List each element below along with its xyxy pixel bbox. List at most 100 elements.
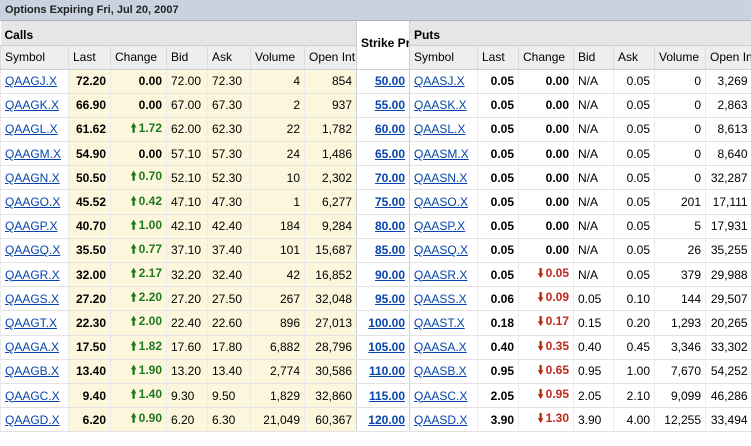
strike-price-link[interactable]: 105.00	[368, 340, 405, 354]
call-change: 🠙 2.00	[110, 310, 167, 336]
strike-price-link[interactable]: 100.00	[368, 316, 405, 330]
put-symbol-link[interactable]: QAASD.X	[414, 413, 467, 427]
put-symbol-link[interactable]: QAASK.X	[414, 98, 467, 112]
call-change: 0.00	[110, 69, 167, 94]
strike-price-link[interactable]: 110.00	[369, 364, 405, 378]
put-change: 🠛 1.30	[518, 407, 574, 433]
strike-price-link[interactable]: 75.00	[375, 195, 405, 209]
call-ask: 22.60	[207, 310, 251, 336]
call-bid: 72.00	[166, 69, 208, 94]
calls-col-change: Change	[110, 45, 167, 70]
put-volume: 379	[654, 262, 706, 288]
call-bid: 6.20	[166, 407, 208, 433]
call-volume: 2,774	[250, 359, 305, 384]
arrow-up-icon: 🠙	[130, 193, 137, 208]
put-ask: 0.05	[613, 238, 655, 264]
call-symbol-link[interactable]: QAAGR.X	[5, 268, 60, 282]
put-symbol-link[interactable]: QAASM.X	[414, 147, 469, 161]
call-symbol-link[interactable]: QAAGN.X	[5, 171, 60, 185]
put-open-int: 8,613	[704, 117, 751, 143]
put-open-int: 20,265	[704, 310, 751, 336]
put-change: 0.00	[518, 117, 574, 143]
call-symbol-link[interactable]: QAAGJ.X	[5, 74, 57, 88]
call-symbol-link[interactable]: QAAGB.X	[5, 364, 59, 378]
put-volume: 0	[654, 93, 706, 118]
put-ask: 0.05	[613, 214, 655, 239]
call-change: 🠙 0.42	[110, 189, 167, 215]
call-ask: 32.40	[207, 262, 251, 288]
call-symbol-link[interactable]: QAAGL.X	[5, 122, 58, 136]
strike-price-link[interactable]: 115.00	[369, 389, 405, 403]
strike-price-link[interactable]: 70.00	[375, 171, 405, 185]
call-bid: 32.20	[166, 262, 208, 288]
put-volume: 5	[654, 214, 706, 239]
put-last: 2.05	[477, 383, 519, 409]
strike-price-link[interactable]: 80.00	[375, 219, 405, 233]
put-ask: 0.45	[613, 335, 655, 360]
put-symbol-link[interactable]: QAASS.X	[414, 292, 467, 306]
puts-col-change: Change	[518, 45, 574, 70]
put-change: 0.00	[518, 189, 574, 215]
call-volume: 24	[250, 141, 305, 167]
call-symbol-link[interactable]: QAAGK.X	[5, 98, 59, 112]
call-symbol-link[interactable]: QAAGM.X	[5, 147, 61, 161]
call-symbol-link[interactable]: QAAGD.X	[5, 413, 60, 427]
put-open-int: 17,111	[704, 189, 751, 215]
call-symbol-link[interactable]: QAAGC.X	[5, 389, 60, 403]
strike-price-link[interactable]: 85.00	[375, 243, 405, 257]
strike-price-link[interactable]: 60.00	[375, 122, 405, 136]
call-symbol-link[interactable]: QAAGP.X	[5, 219, 57, 233]
call-change: 0.00	[110, 93, 167, 118]
strike-price-link[interactable]: 55.00	[375, 98, 405, 112]
call-symbol-link[interactable]: QAAGA.X	[5, 340, 59, 354]
call-symbol-link[interactable]: QAAGT.X	[5, 316, 57, 330]
put-open-int: 3,269	[704, 69, 751, 94]
call-symbol-link[interactable]: QAAGQ.X	[5, 243, 60, 257]
call-bid: 47.10	[166, 189, 208, 215]
put-bid: 0.15	[573, 310, 614, 336]
put-symbol-link[interactable]: QAASO.X	[414, 195, 468, 209]
put-volume: 0	[654, 141, 706, 167]
strike-price-link[interactable]: 65.00	[375, 147, 405, 161]
put-symbol-link[interactable]: QAASC.X	[414, 389, 467, 403]
put-symbol-link[interactable]: QAAST.X	[414, 316, 465, 330]
call-symbol-link[interactable]: QAAGO.X	[5, 195, 60, 209]
put-symbol-link[interactable]: QAASB.X	[414, 364, 467, 378]
strike-price-link[interactable]: 90.00	[375, 268, 405, 282]
calls-heading: Calls	[0, 21, 357, 46]
put-ask: 0.10	[613, 286, 655, 312]
put-symbol-link[interactable]: QAASQ.X	[414, 243, 468, 257]
put-symbol-link[interactable]: QAASA.X	[414, 340, 467, 354]
arrow-down-icon: 🠛	[537, 266, 544, 281]
call-volume: 6,882	[250, 335, 305, 360]
call-last: 17.50	[68, 335, 111, 360]
put-symbol-link[interactable]: QAASR.X	[414, 268, 467, 282]
call-ask: 57.30	[207, 141, 251, 167]
call-last: 66.90	[68, 93, 111, 118]
put-bid: 0.05	[573, 286, 614, 312]
call-open-int: 937	[304, 93, 357, 118]
strike-price-link[interactable]: 120.00	[368, 413, 405, 427]
put-last: 3.90	[477, 407, 519, 433]
strike-price-link[interactable]: 50.00	[375, 74, 405, 88]
call-open-int: 2,302	[304, 165, 357, 191]
call-symbol-link[interactable]: QAAGS.X	[5, 292, 59, 306]
option-row: QAAGD.X 6.20 🠙 0.90 6.20 6.30 21,049 60,367 120.…	[0, 407, 751, 433]
put-symbol-link[interactable]: QAASP.X	[414, 219, 465, 233]
call-bid: 13.20	[166, 359, 208, 384]
call-volume: 896	[250, 310, 305, 336]
put-last: 0.18	[477, 310, 519, 336]
call-open-int: 16,852	[304, 262, 357, 288]
put-ask: 0.05	[613, 93, 655, 118]
put-symbol-link[interactable]: QAASJ.X	[414, 74, 465, 88]
call-ask: 47.30	[207, 189, 251, 215]
arrow-up-icon: 🠙	[130, 338, 137, 353]
call-bid: 52.10	[166, 165, 208, 191]
strike-price-link[interactable]: 95.00	[375, 292, 405, 306]
put-ask: 0.05	[613, 165, 655, 191]
call-change: 🠙 1.72	[110, 117, 167, 143]
put-symbol-link[interactable]: QAASL.X	[414, 122, 465, 136]
put-symbol-link[interactable]: QAASN.X	[414, 171, 467, 185]
call-ask: 67.30	[207, 93, 251, 118]
put-bid: 3.90	[573, 407, 614, 433]
